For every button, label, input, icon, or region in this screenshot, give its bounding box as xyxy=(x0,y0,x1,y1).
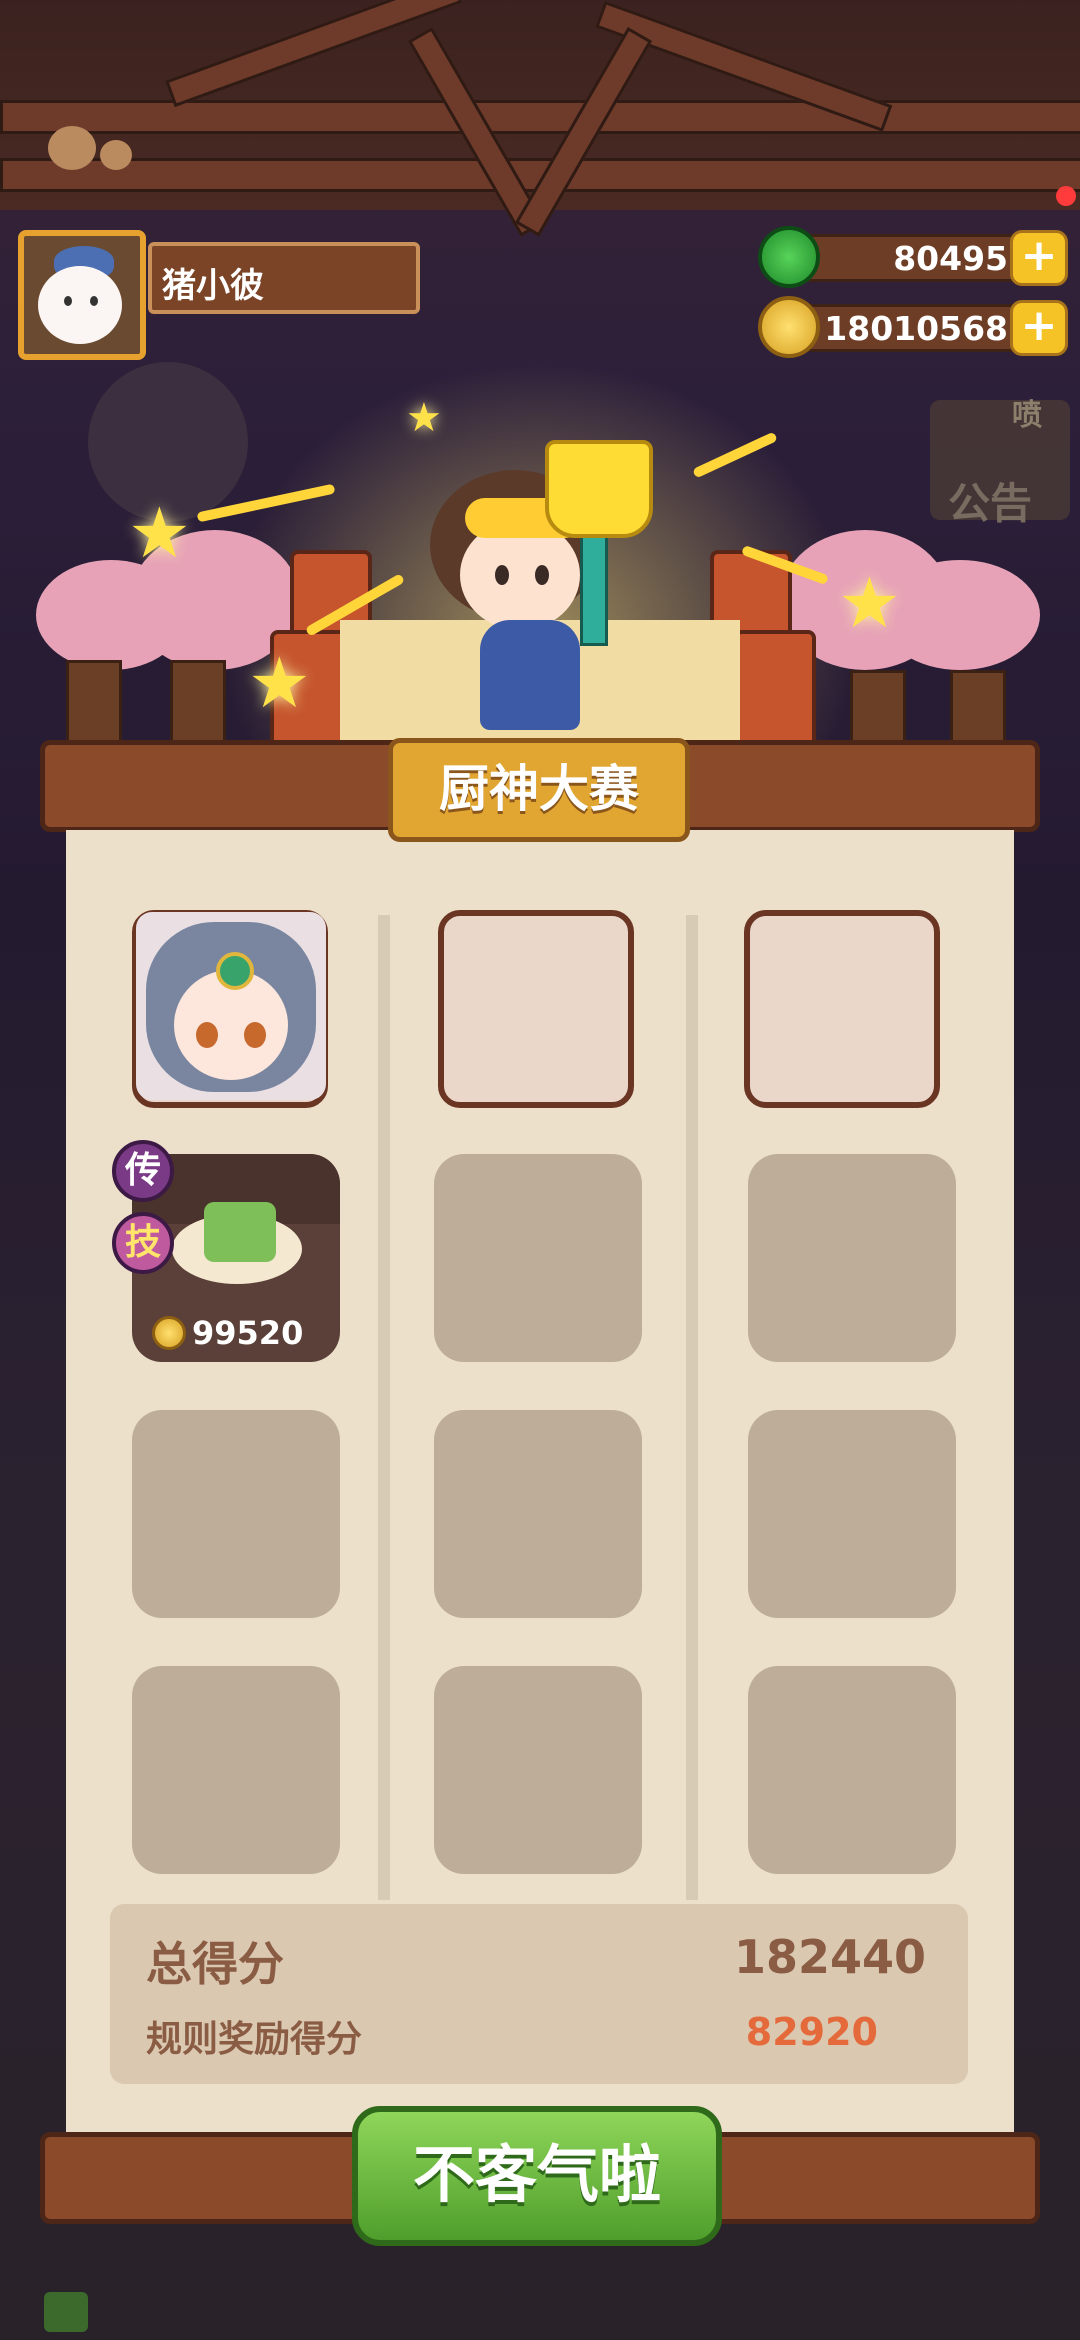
column-divider xyxy=(686,915,698,1900)
star-icon: ★ xyxy=(406,395,442,441)
dish-slot-3-3[interactable] xyxy=(748,1666,956,1874)
contest-title-plate: 厨神大赛 xyxy=(388,738,690,842)
jade-icon xyxy=(758,226,820,288)
coin-icon xyxy=(758,296,820,358)
coin-value: 18010568 xyxy=(824,309,1008,348)
red-dot-badge xyxy=(1056,186,1076,206)
beam xyxy=(0,100,1080,134)
dish-slot-2-3[interactable] xyxy=(748,1410,956,1618)
fence-post xyxy=(950,670,1006,746)
total-score-value: 182440 xyxy=(733,1930,926,1984)
confirm-button[interactable]: 不客气啦 xyxy=(352,2106,722,2246)
player-name-bar: 猪小彼 xyxy=(148,242,420,314)
chick-icon xyxy=(48,126,96,170)
dish-slot-2-1[interactable] xyxy=(132,1410,340,1618)
star-icon: ★ xyxy=(838,562,901,644)
corner-toggle[interactable] xyxy=(44,2292,88,2332)
notice-label: 公告 xyxy=(948,479,1033,528)
contest-title: 厨神大赛 xyxy=(439,760,639,818)
player-name: 猪小彼 xyxy=(162,266,264,306)
add-coin-button[interactable]: + xyxy=(1010,300,1068,356)
player-avatar[interactable] xyxy=(18,230,146,360)
dish-slot-2-2[interactable] xyxy=(434,1410,642,1618)
dish-slot-3-2[interactable] xyxy=(434,1666,642,1874)
dish-slot-1-2[interactable] xyxy=(434,1154,642,1362)
blossom-tree xyxy=(880,560,1040,670)
rarity-tag: 传 xyxy=(112,1140,174,1202)
coin-icon xyxy=(152,1316,186,1350)
star-icon: ★ xyxy=(248,642,311,724)
notice-button[interactable]: 公告 xyxy=(930,400,1070,528)
coin-counter: 18010568 + xyxy=(758,296,1068,358)
dish-slot-3-1[interactable] xyxy=(132,1666,340,1874)
add-jade-button[interactable]: + xyxy=(1010,230,1068,286)
bonus-score-value: 82920 xyxy=(745,2010,878,2054)
jade-value: 80495 xyxy=(893,239,1008,278)
fence-post xyxy=(66,660,122,746)
star-icon: ★ xyxy=(128,492,191,574)
chef-slot-3[interactable] xyxy=(744,910,940,1108)
pillar xyxy=(734,630,816,748)
roof-beams xyxy=(0,0,1080,237)
total-score-label: 总得分 xyxy=(146,1937,284,1991)
dish-price-value: 99520 xyxy=(192,1314,304,1352)
jade-counter: 80495 + xyxy=(758,226,1068,288)
chef-slot-2[interactable] xyxy=(438,910,634,1108)
score-summary: 总得分 182440 规则奖励得分 82920 xyxy=(110,1904,968,2084)
golden-shovel-icon xyxy=(545,440,653,538)
skill-tag: 技 xyxy=(112,1212,174,1274)
fence-post xyxy=(850,670,906,746)
notice-corner-label: 喷 xyxy=(1012,398,1042,433)
chef-character xyxy=(420,440,653,740)
cake-dish-icon xyxy=(204,1202,276,1262)
fence-post xyxy=(170,660,226,746)
chef-portrait[interactable] xyxy=(136,912,326,1100)
dish-slot-1-3[interactable] xyxy=(748,1154,956,1362)
chick-icon xyxy=(100,140,132,170)
confirm-button-label: 不客气啦 xyxy=(412,2138,661,2211)
dish-price: 99520 xyxy=(152,1314,332,1354)
column-divider xyxy=(378,915,390,1900)
bonus-score-label: 规则奖励得分 xyxy=(146,2019,363,2060)
